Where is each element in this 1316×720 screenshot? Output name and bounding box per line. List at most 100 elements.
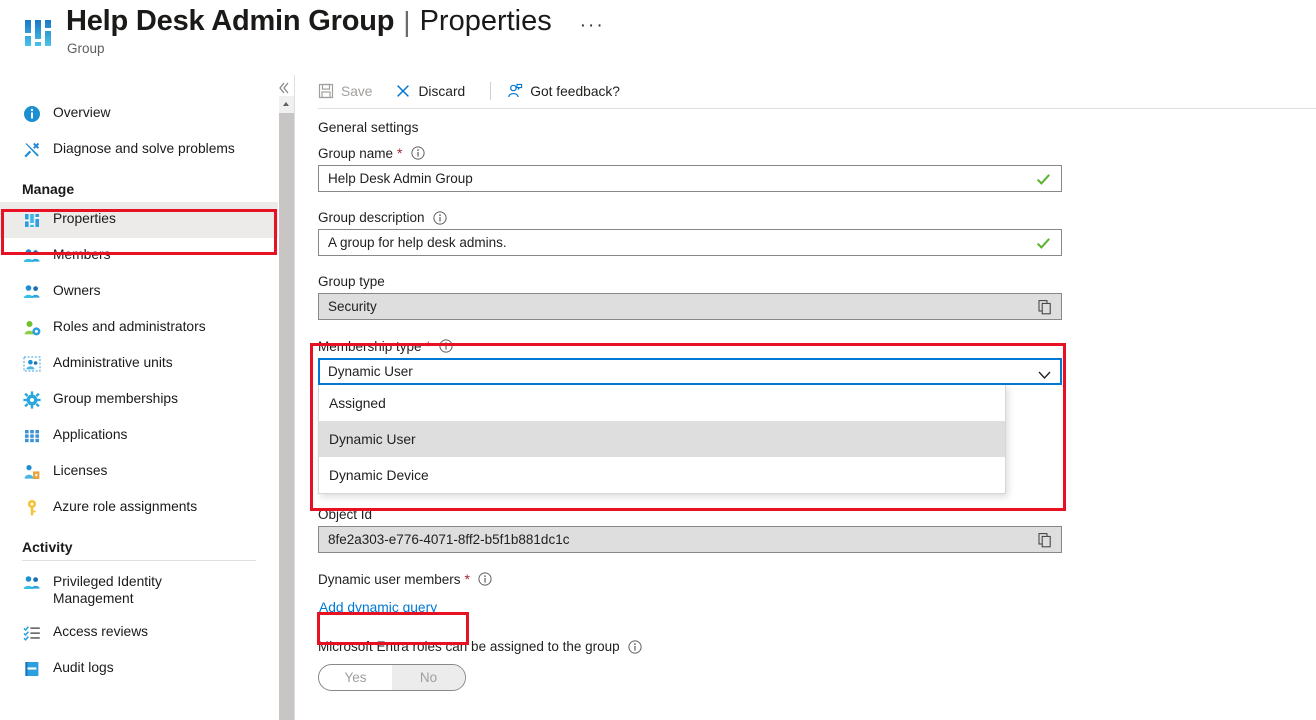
sidebar-item-owners[interactable]: Owners <box>0 274 278 310</box>
membership-type-selected-value: Dynamic User <box>320 364 413 379</box>
dynamic-user-members-label-text: Dynamic user members <box>318 572 461 587</box>
info-icon[interactable] <box>411 146 425 160</box>
option-dynamic-user[interactable]: Dynamic User <box>319 421 1005 457</box>
object-id-label-text: Object Id <box>318 507 372 522</box>
group-name-label-text: Group name <box>318 146 393 161</box>
resource-kind-label: Group <box>67 41 105 56</box>
membership-type-label: Membership type * <box>318 338 1078 354</box>
sidebar-item-label: Owners <box>53 282 101 299</box>
command-divider <box>490 82 491 100</box>
got-feedback-button[interactable]: Got feedback? <box>507 78 629 104</box>
pim-people-icon <box>22 573 42 593</box>
sidebar-item-diagnose-and-solve-problems[interactable]: Diagnose and solve problems <box>0 132 278 168</box>
option-label: Dynamic Device <box>329 468 429 483</box>
pane-divider <box>294 75 295 720</box>
sidebar-divider <box>22 560 256 561</box>
sidebar-item-properties[interactable]: Properties <box>0 202 278 238</box>
membership-type-select[interactable]: Dynamic User <box>318 358 1062 385</box>
group-name-input[interactable]: Help Desk Admin Group <box>318 165 1062 192</box>
sidebar-item-overview[interactable]: Overview <box>0 96 278 132</box>
general-settings-heading: General settings <box>318 120 1078 135</box>
licenses-person-badge-icon <box>22 462 42 482</box>
sidebar-item-label: Roles and administrators <box>53 318 206 335</box>
group-memberships-gear-icon <box>22 390 42 410</box>
page-header: Help Desk Admin Group | Properties ··· G… <box>0 0 1316 75</box>
owners-people-icon <box>22 282 42 302</box>
required-asterisk: * <box>465 571 470 587</box>
option-assigned[interactable]: Assigned <box>319 385 1005 421</box>
membership-type-combobox-wrapper: Dynamic User Assigned Dynamic User Dynam… <box>318 358 1062 494</box>
properties-sliders-icon <box>22 210 42 230</box>
group-description-input[interactable]: A group for help desk admins. <box>318 229 1062 256</box>
group-type-value: Security <box>319 299 377 314</box>
members-people-icon <box>22 246 42 266</box>
close-x-icon <box>395 83 411 99</box>
sidebar-item-administrative-units[interactable]: Administrative units <box>0 346 278 382</box>
checkmark-icon <box>1036 236 1051 251</box>
title-separator: | <box>403 6 410 38</box>
sidebar-item-label: Licenses <box>53 462 107 479</box>
group-name-title: Help Desk Admin Group <box>66 5 394 38</box>
more-menu-icon[interactable]: ··· <box>574 12 611 39</box>
group-type-label: Group type <box>318 274 1078 289</box>
group-type-input: Security <box>318 293 1062 320</box>
save-button[interactable]: Save <box>318 78 381 104</box>
sidebar-item-label: Privileged Identity Management <box>53 573 203 607</box>
copy-icon[interactable] <box>1037 532 1053 548</box>
info-icon[interactable] <box>433 211 447 225</box>
chevron-down-icon <box>1038 367 1051 377</box>
sidebar-item-label: Overview <box>53 104 111 121</box>
sidebar-item-members[interactable]: Members <box>0 238 278 274</box>
sidebar-item-access-reviews[interactable]: Access reviews <box>0 615 278 651</box>
sidebar-item-group-memberships[interactable]: Group memberships <box>0 382 278 418</box>
sidebar-item-label: Access reviews <box>53 623 148 640</box>
entra-roles-toggle[interactable]: Yes No <box>318 664 466 691</box>
sidebar-item-label: Diagnose and solve problems <box>53 140 235 157</box>
entra-roles-label-text: Microsoft Entra roles can be assigned to… <box>318 639 620 654</box>
key-icon <box>22 498 42 518</box>
sidebar-nav: Overview Diagnose and solve problems Man… <box>0 96 278 720</box>
option-label: Dynamic User <box>329 432 416 447</box>
access-reviews-checklist-icon <box>22 623 42 643</box>
sidebar-item-roles-and-administrators[interactable]: Roles and administrators <box>0 310 278 346</box>
option-dynamic-device[interactable]: Dynamic Device <box>319 457 1005 493</box>
group-description-label: Group description <box>318 210 1078 225</box>
required-asterisk: * <box>426 338 431 354</box>
audit-logs-book-icon <box>22 659 42 679</box>
group-name-value: Help Desk Admin Group <box>319 171 473 186</box>
page-title: Help Desk Admin Group | Properties ··· <box>66 5 611 38</box>
discard-button[interactable]: Discard <box>395 78 474 104</box>
applications-grid-icon <box>22 426 42 446</box>
sidebar-item-applications[interactable]: Applications <box>0 418 278 454</box>
properties-sliders-icon <box>22 16 56 50</box>
group-type-label-text: Group type <box>318 274 385 289</box>
info-icon[interactable] <box>439 339 453 353</box>
sidebar-item-licenses[interactable]: Licenses <box>0 454 278 490</box>
collapse-sidebar-icon[interactable] <box>276 80 292 96</box>
info-icon[interactable] <box>628 640 642 654</box>
sidebar-scrollbar[interactable] <box>279 96 294 720</box>
sidebar-item-privileged-identity-management[interactable]: Privileged Identity Management <box>0 565 278 615</box>
toggle-option-yes[interactable]: Yes <box>319 665 392 690</box>
save-disk-icon <box>318 83 334 99</box>
sidebar-item-audit-logs[interactable]: Audit logs <box>0 651 278 687</box>
save-label: Save <box>341 84 372 99</box>
administrative-units-icon <box>22 354 42 374</box>
checkmark-icon <box>1036 172 1051 187</box>
sidebar-item-label: Audit logs <box>53 659 114 676</box>
scroll-up-arrow-icon[interactable] <box>279 96 294 113</box>
info-circle-icon <box>22 104 42 124</box>
feedback-person-icon <box>507 83 523 99</box>
object-id-value: 8fe2a303-e776-4071-8ff2-b5f1b881dc1c <box>319 532 569 547</box>
sidebar-item-label: Group memberships <box>53 390 178 407</box>
sidebar-item-label: Azure role assignments <box>53 498 197 515</box>
membership-type-options-list: Assigned Dynamic User Dynamic Device <box>318 385 1006 494</box>
add-dynamic-query-link[interactable]: Add dynamic query <box>318 598 438 617</box>
sidebar-item-label: Administrative units <box>53 354 173 371</box>
roles-person-gear-icon <box>22 318 42 338</box>
sidebar-item-azure-role-assignments[interactable]: Azure role assignments <box>0 490 278 526</box>
toggle-option-no[interactable]: No <box>392 665 465 690</box>
copy-icon[interactable] <box>1037 299 1053 315</box>
info-icon[interactable] <box>478 572 492 586</box>
group-description-label-text: Group description <box>318 210 425 225</box>
